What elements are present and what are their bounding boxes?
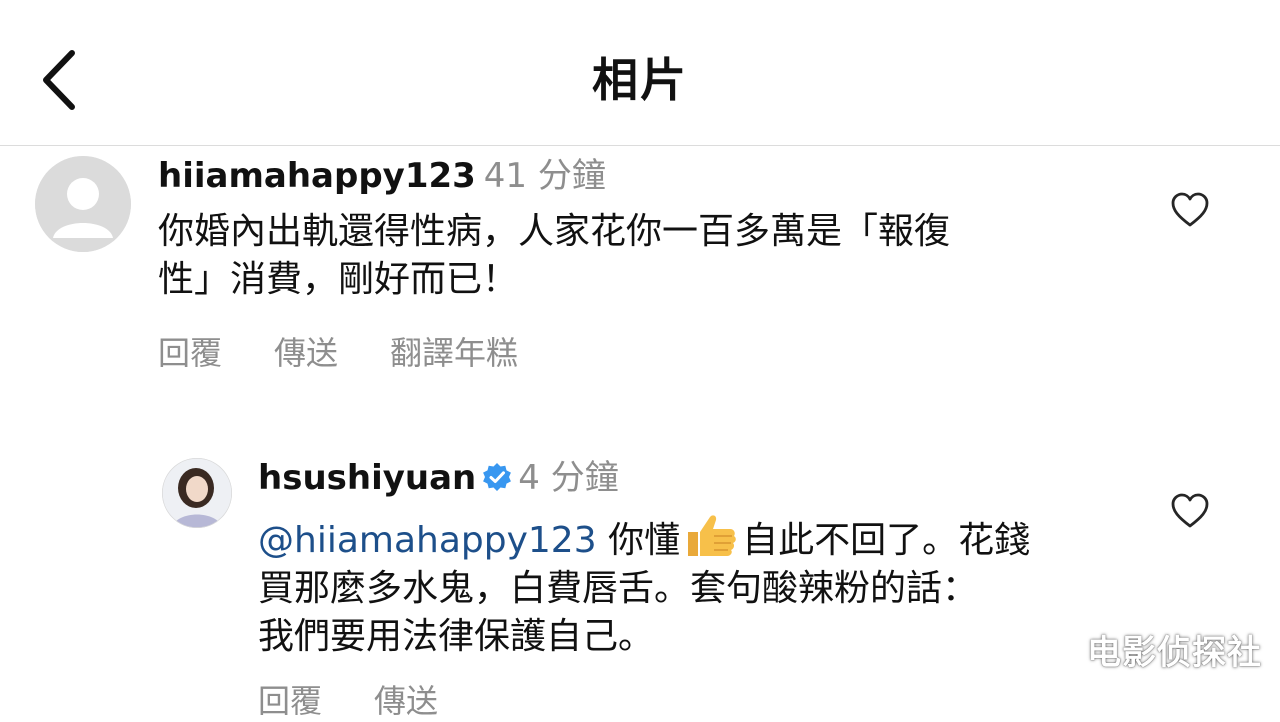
heart-outline-icon[interactable] [1170,190,1210,230]
comment-text-line: 性」消費，剛好而已！ [158,259,519,300]
comment-text-segment: 自此不回了。花錢 [742,520,1031,561]
comment-text-line: @hiiamahappy123 你懂 自此不回了。花錢 [258,512,1158,565]
comment-header: hsushiyuan 4 分鐘 [258,456,619,500]
comment-text-line: 我們要用法律保護自己。 [258,616,655,657]
reply-button[interactable]: 回覆 [258,676,322,722]
heart-outline-icon[interactable] [1170,491,1210,531]
comment-header: hiiamahappy123 41 分鐘 [158,154,606,198]
comment-actions: 回覆 傳送 翻譯年糕 [158,328,518,374]
comment-text-line: 買那麼多水鬼，白費唇舌。套句酸辣粉的話： [258,568,979,609]
top-bar: 相片 [0,0,1280,146]
avatar[interactable] [162,458,232,528]
avatar[interactable] [35,156,131,252]
watermark: 电影侦探社 [1087,633,1262,673]
comment-text-segment: 你懂 [608,520,681,561]
comment-text: @hiiamahappy123 你懂 自此不回了。花錢 買那麼多水鬼，白費唇舌。… [258,512,1158,661]
comment-item: hiiamahappy123 41 分鐘 你婚內出軌還得性病，人家花你一百多萬是「… [0,146,1280,426]
profile-photo-icon [162,458,232,528]
comment-text-line: 你婚內出軌還得性病，人家花你一百多萬是「報復 [158,211,951,252]
verified-badge-icon [483,462,512,491]
comment-text: 你婚內出軌還得性病，人家花你一百多萬是「報復 性」消費，剛好而已！ [158,208,1138,304]
thumbs-up-icon [688,515,736,556]
username[interactable]: hiiamahappy123 [158,156,476,196]
page-title: 相片 [592,53,688,107]
mention-link[interactable]: @hiiamahappy123 [258,520,597,561]
timestamp: 41 分鐘 [483,156,606,196]
send-button[interactable]: 傳送 [374,676,438,722]
reply-button[interactable]: 回覆 [158,328,222,374]
comment-actions: 回覆 傳送 [258,676,438,722]
translate-button[interactable]: 翻譯年糕 [390,328,518,374]
send-button[interactable]: 傳送 [274,328,338,374]
username[interactable]: hsushiyuan [258,458,476,498]
default-avatar-icon [35,156,131,252]
timestamp: 4 分鐘 [518,458,619,498]
